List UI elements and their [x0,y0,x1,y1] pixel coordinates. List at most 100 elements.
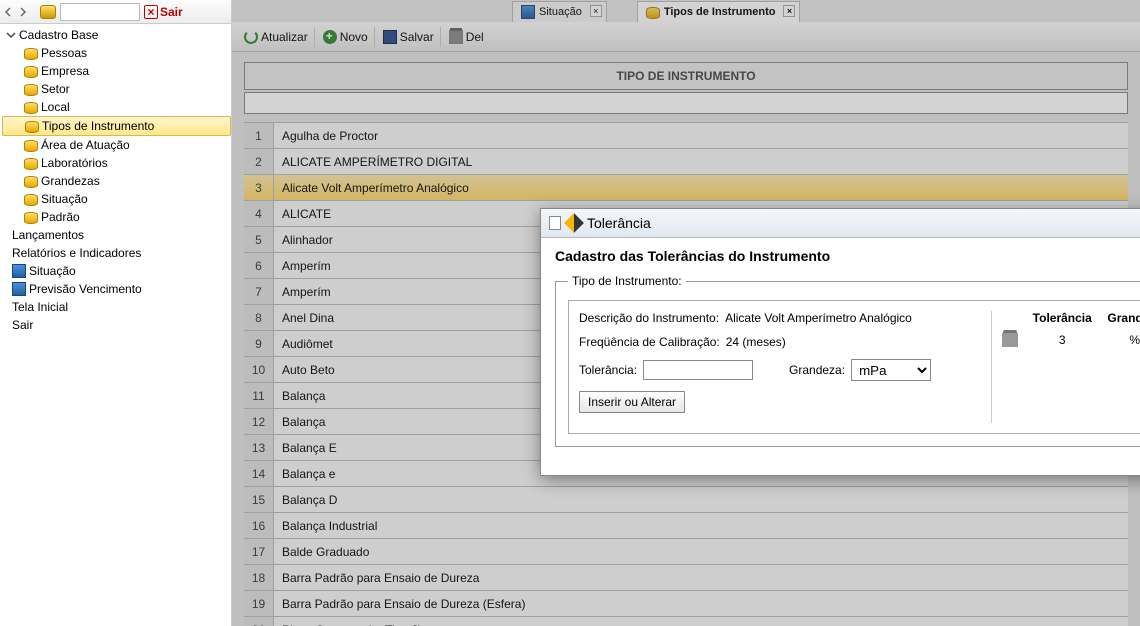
grandeza-label: Grandeza: [789,363,845,377]
chevron-prev-icon[interactable] [4,7,14,17]
row-text: Barra Padrão para Ensaio de Dureza (Esfe… [274,591,1128,616]
row-number: 14 [244,461,274,486]
tree-item-setor[interactable]: Setor [2,80,231,98]
tree-root-label: Cadastro Base [19,28,98,42]
list-row[interactable]: 17Balde Graduado [244,539,1128,565]
tree-label: Situação [29,264,76,278]
tree-item-tipos-instrumento[interactable]: Tipos de Instrumento [2,116,231,136]
tree-label: Previsão Vencimento [29,282,142,296]
grandeza-select[interactable]: mPa [851,359,931,381]
row-number: 1 [244,123,274,148]
list-row[interactable]: 19Barra Padrão para Ensaio de Dureza (Es… [244,591,1128,617]
dialog-titlebar[interactable]: Tolerância – □ × [541,209,1140,238]
search-input[interactable] [60,3,140,21]
row-number: 12 [244,409,274,434]
tree-label: Área de Atuação [41,138,130,152]
tree-item-situacao[interactable]: Situação [2,190,231,208]
descricao-value: Alicate Volt Amperímetro Analógico [725,311,912,325]
list-row[interactable]: 20Bloco Comparador Tipo Jiz [244,617,1128,626]
tree-label: Local [41,100,70,114]
pencil-icon [564,213,584,233]
row-text: ALICATE AMPERÍMETRO DIGITAL [274,149,1128,174]
tree-item-laboratorios[interactable]: Laboratórios [2,154,231,172]
refresh-button[interactable]: Atualizar [238,27,315,47]
list-row[interactable]: 16Balança Industrial [244,513,1128,539]
tree-item-sair[interactable]: Sair [2,316,231,334]
tree-item-local[interactable]: Local [2,98,231,116]
tolerancia-dialog: Tolerância – □ × Cadastro das Tolerância… [540,208,1140,476]
tree-item-pessoas[interactable]: Pessoas [2,44,231,62]
tree-label: Situação [41,192,88,206]
delete-button[interactable]: Del [443,27,490,47]
new-button[interactable]: Novo [317,27,375,47]
refresh-icon [244,30,258,44]
row-number: 10 [244,357,274,382]
grid-header: TIPO DE INSTRUMENTO [244,62,1128,90]
tolerancia-input[interactable] [643,360,753,380]
cell-tolerancia: 3 [1026,333,1099,347]
tree-root[interactable]: Cadastro Base [2,26,231,44]
logout-button[interactable]: × Sair [144,5,183,19]
tree-label: Padrão [41,210,80,224]
chart-icon [521,5,535,19]
row-text: Balança Industrial [274,513,1128,538]
frequencia-row: Freqüência de Calibração: 24 (meses) [579,335,977,349]
tree-item-padrao[interactable]: Padrão [2,208,231,226]
tabbar: Situação × Tipos de Instrumento × [232,0,1140,22]
insert-row: Inserir ou Alterar [579,391,977,413]
row-text: Agulha de Proctor [274,123,1128,148]
row-number: 2 [244,149,274,174]
tree-item-tela-inicial[interactable]: Tela Inicial [2,298,231,316]
insert-alter-button[interactable]: Inserir ou Alterar [579,391,685,413]
tolerancia-table-header: Tolerância Grandeza [1002,311,1140,325]
grid-filter-row[interactable] [244,92,1128,114]
tab-situacao[interactable]: Situação × [512,1,607,22]
row-number: 5 [244,227,274,252]
tree-label: Empresa [41,64,89,78]
list-row[interactable]: 18Barra Padrão para Ensaio de Dureza [244,565,1128,591]
fieldset-inner: Descrição do Instrumento: Alicate Volt A… [568,300,1140,434]
tree-item-relatorios[interactable]: Relatórios e Indicadores [2,244,231,262]
tree-item-lancamentos[interactable]: Lançamentos [2,226,231,244]
tree-label: Pessoas [41,46,87,60]
tree-item-empresa[interactable]: Empresa [2,62,231,80]
row-number: 9 [244,331,274,356]
dialog-body: Cadastro das Tolerâncias do Instrumento … [541,238,1140,475]
tree-label: Sair [12,318,33,332]
main-area: Situação × Tipos de Instrumento × Atuali… [232,0,1140,626]
chevron-next-icon[interactable] [18,7,28,17]
tipo-instrumento-fieldset: Tipo de Instrumento: Descrição do Instru… [555,274,1140,447]
save-button[interactable]: Salvar [377,27,441,47]
row-number: 15 [244,487,274,512]
list-row[interactable]: 15Balança D [244,487,1128,513]
tab-close-icon[interactable]: × [783,5,795,17]
frequencia-value: 24 (meses) [726,335,786,349]
tree-item-area-atuacao[interactable]: Área de Atuação [2,136,231,154]
row-number: 18 [244,565,274,590]
row-number: 17 [244,539,274,564]
tree-item-previsao[interactable]: Previsão Vencimento [2,280,231,298]
db-icon [24,138,38,152]
button-label: Novo [340,30,368,44]
list-row[interactable]: 2ALICATE AMPERÍMETRO DIGITAL [244,149,1128,175]
key-icon [40,5,56,19]
button-label: Del [466,30,484,44]
fieldset-legend: Tipo de Instrumento: [568,274,686,288]
row-text: Bloco Comparador Tipo Jiz [274,617,1128,626]
tab-close-icon[interactable]: × [590,5,602,17]
action-toolbar: Atualizar Novo Salvar Del [232,22,1140,52]
col-grandeza: Grandeza [1099,311,1140,325]
row-number: 19 [244,591,274,616]
db-icon [24,64,38,78]
list-row[interactable]: 1Agulha de Proctor [244,123,1128,149]
db-icon [25,119,39,133]
tab-tipos-instrumento[interactable]: Tipos de Instrumento × [637,1,801,22]
tolerancia-label: Tolerância: [579,363,637,377]
trash-icon[interactable] [1002,333,1018,347]
tree-item-grandezas[interactable]: Grandezas [2,172,231,190]
list-row[interactable]: 3Alicate Volt Amperímetro Analógico [244,175,1128,201]
tree-label: Lançamentos [12,228,84,242]
tree-item-situacao-2[interactable]: Situação [2,262,231,280]
row-text: Balança D [274,487,1128,512]
db-icon [24,174,38,188]
